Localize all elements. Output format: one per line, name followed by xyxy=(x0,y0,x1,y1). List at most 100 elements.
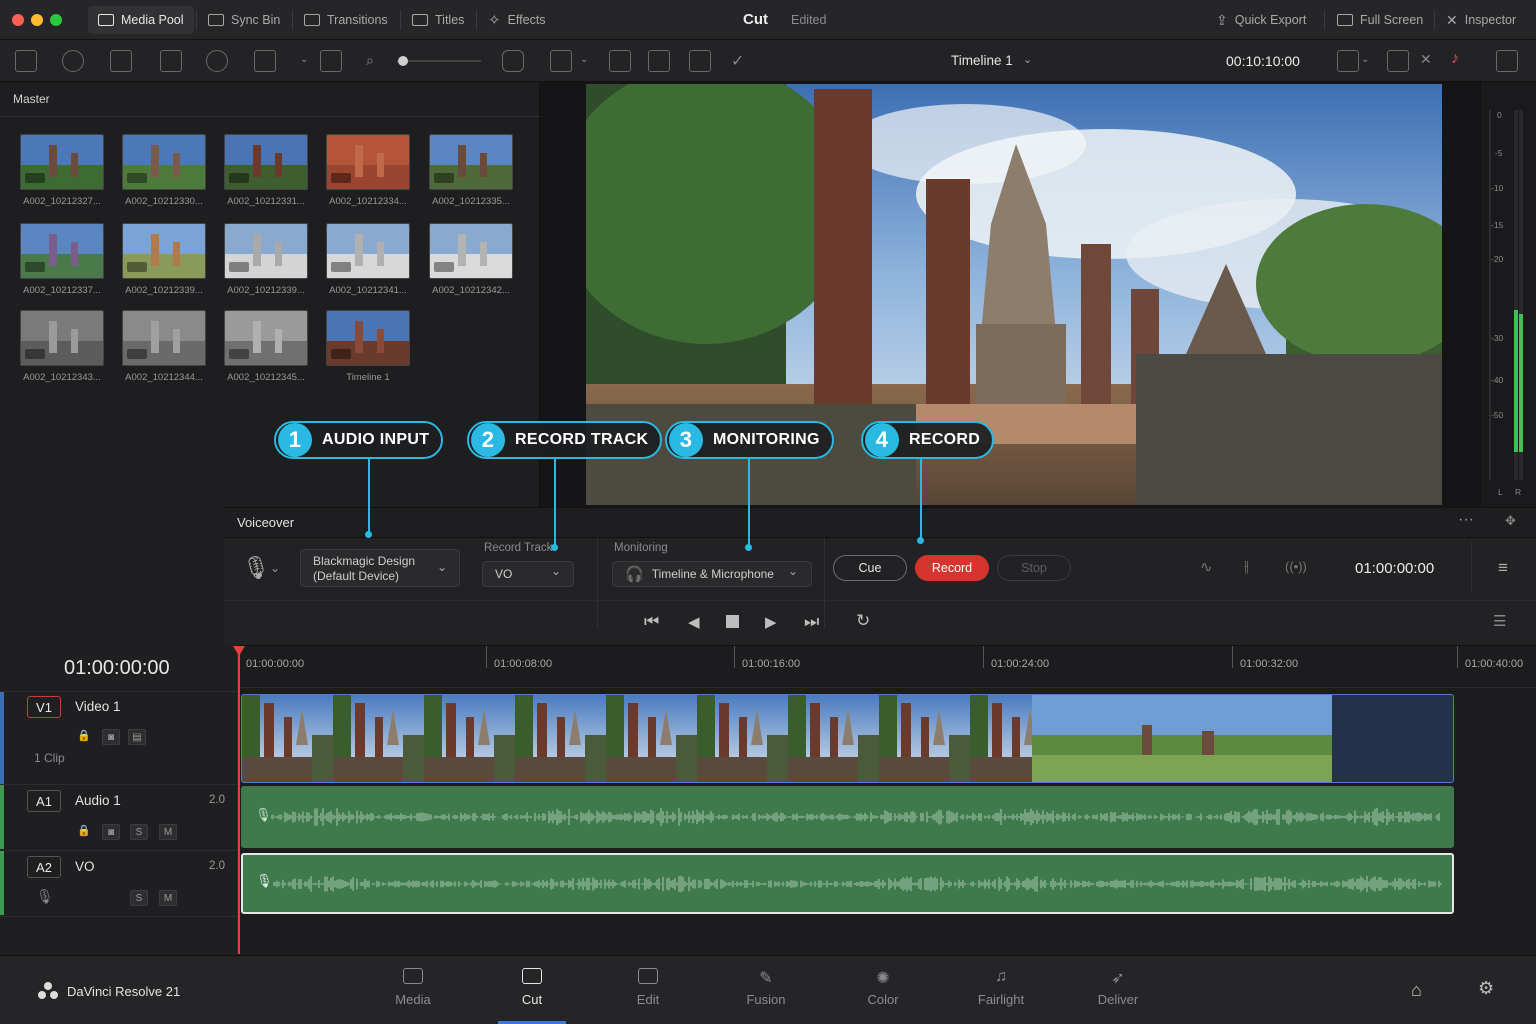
solo-button[interactable]: S xyxy=(130,890,148,906)
go-to-start-icon[interactable]: ⏮ xyxy=(644,612,659,632)
effects-button[interactable]: ✧ Effects xyxy=(478,6,556,34)
stop-button[interactable]: Stop xyxy=(997,555,1071,581)
cue-button[interactable]: Cue xyxy=(833,555,907,581)
timeline-name[interactable]: Timeline 1 xyxy=(951,53,1013,68)
clip-thumbnail[interactable] xyxy=(224,134,308,190)
clip-thumbnail[interactable] xyxy=(20,223,104,279)
titles-button[interactable]: Titles xyxy=(402,6,474,34)
nav-media[interactable]: Media xyxy=(368,968,458,1007)
lock-icon[interactable]: 🔒 xyxy=(77,729,91,742)
monitor-icon[interactable]: ▤ xyxy=(128,729,146,745)
video-clip[interactable] xyxy=(241,694,1454,783)
clip-view-icon[interactable] xyxy=(1387,50,1409,72)
chevron-down-icon[interactable]: ⌄ xyxy=(580,54,588,65)
chevron-down-icon[interactable]: ⌄ xyxy=(1023,53,1032,66)
list-view-icon[interactable] xyxy=(15,50,37,72)
close-window-button[interactable] xyxy=(12,14,24,26)
clip-thumbnail[interactable] xyxy=(122,134,206,190)
preview-icon[interactable] xyxy=(502,50,524,72)
microphone-icon[interactable]: 🎙 xyxy=(242,555,270,581)
nav-color[interactable]: ✺ Color xyxy=(838,968,928,1007)
expand-icon[interactable]: ✥ xyxy=(1505,513,1516,529)
lock-icon[interactable]: 🔒 xyxy=(77,824,91,837)
clip-thumbnail[interactable] xyxy=(224,223,308,279)
play-icon[interactable]: ▶ xyxy=(765,613,777,631)
broadcast-icon[interactable]: ((•)) xyxy=(1285,559,1307,574)
nav-cut[interactable]: Cut xyxy=(487,968,577,1007)
loop-icon[interactable]: ↻ xyxy=(856,611,870,631)
inspector-button[interactable]: ✕ Inspector xyxy=(1436,6,1526,34)
sort-icon[interactable] xyxy=(62,50,84,72)
nav-fusion[interactable]: ✎ Fusion xyxy=(721,968,811,1007)
nav-fairlight[interactable]: ♫ Fairlight xyxy=(956,968,1046,1007)
clip-thumbnail[interactable] xyxy=(429,134,513,190)
slider-handle[interactable] xyxy=(398,56,408,66)
levels-icon[interactable]: ⫲ xyxy=(1244,558,1249,575)
microphone-icon[interactable]: 🎙 xyxy=(36,888,54,905)
track-id-a2[interactable]: A2 xyxy=(27,856,61,878)
trim-icon[interactable]: ✕ xyxy=(1420,51,1432,68)
track-id-v1[interactable]: V1 xyxy=(27,696,61,718)
home-icon[interactable]: ⌂ xyxy=(1411,980,1422,1001)
mute-button[interactable]: M xyxy=(159,890,177,906)
audio-clip-vo[interactable]: 🎙 xyxy=(241,853,1454,914)
menu-icon[interactable]: ≡ xyxy=(1498,558,1508,578)
camera-icon[interactable]: ◙ xyxy=(102,824,120,840)
thumbnail-size-slider[interactable] xyxy=(397,60,481,62)
minimize-window-button[interactable] xyxy=(31,14,43,26)
settings-gear-icon[interactable]: ⚙ xyxy=(1478,978,1494,999)
clip-thumbnail[interactable] xyxy=(20,310,104,366)
full-screen-button[interactable]: Full Screen xyxy=(1327,6,1433,34)
clip-thumbnail[interactable] xyxy=(429,223,513,279)
clip-thumbnail[interactable] xyxy=(20,134,104,190)
waveform-icon[interactable]: ∿ xyxy=(1200,558,1213,576)
safe-area-icon[interactable] xyxy=(1337,50,1359,72)
media-pool-button[interactable]: Media Pool xyxy=(88,6,194,34)
playhead-line[interactable] xyxy=(238,646,240,954)
audio-input-select[interactable]: Blackmagic Design (Default Device) xyxy=(300,549,460,587)
strip-view-icon[interactable] xyxy=(320,50,342,72)
camera-icon[interactable]: ◙ xyxy=(102,729,120,745)
play-reverse-icon[interactable]: ◀ xyxy=(688,613,700,631)
clip-thumbnail[interactable] xyxy=(122,310,206,366)
search-icon[interactable] xyxy=(206,50,228,72)
audio-clip-a1[interactable]: 🎙 xyxy=(241,786,1454,848)
bin-settings-icon[interactable] xyxy=(254,50,276,72)
clip-thumbnail[interactable] xyxy=(326,134,410,190)
more-options-icon[interactable]: ··· xyxy=(1458,511,1474,529)
chevron-down-icon[interactable]: ⌄ xyxy=(300,54,308,65)
clip-thumbnail[interactable] xyxy=(122,223,206,279)
track-id-a1[interactable]: A1 xyxy=(27,790,61,812)
source-view-icon[interactable] xyxy=(689,50,711,72)
record-button[interactable]: Record xyxy=(915,555,989,581)
monitoring-select[interactable]: 🎧 Timeline & Microphone xyxy=(612,561,812,587)
smart-edit-icon[interactable]: ✓ xyxy=(731,51,744,71)
timeline-ruler[interactable]: 01:00:00:00 01:00:08:00 01:00:16:00 01:0… xyxy=(239,646,1536,688)
zoom-window-button[interactable] xyxy=(50,14,62,26)
sync-bin-button[interactable]: Sync Bin xyxy=(198,6,290,34)
chevron-down-icon[interactable]: ⌄ xyxy=(1361,54,1369,65)
cinema-viewer-icon[interactable] xyxy=(1496,50,1518,72)
callout-label: RECORD TRACK xyxy=(515,431,649,448)
zoom-out-icon[interactable]: ⌕ xyxy=(366,52,374,69)
clip-thumbnail[interactable] xyxy=(326,223,410,279)
transitions-button[interactable]: Transitions xyxy=(294,6,398,34)
quick-export-button[interactable]: ⇪ Quick Export xyxy=(1206,6,1316,34)
timeline-options-icon[interactable]: ☰ xyxy=(1493,612,1506,630)
chevron-down-icon[interactable]: ⌄ xyxy=(270,561,280,575)
viewer-mode-icon[interactable] xyxy=(550,50,572,72)
audio-scrub-icon[interactable]: ♪ xyxy=(1451,50,1459,68)
metadata-view-icon[interactable] xyxy=(110,50,132,72)
thumbnail-view-icon[interactable] xyxy=(160,50,182,72)
timeline-view-icon[interactable] xyxy=(648,50,670,72)
solo-button[interactable]: S xyxy=(130,824,148,840)
clip-thumbnail[interactable] xyxy=(224,310,308,366)
nav-edit[interactable]: Edit xyxy=(603,968,693,1007)
clip-thumbnail[interactable] xyxy=(326,310,410,366)
source-tape-icon[interactable] xyxy=(609,50,631,72)
stop-icon[interactable] xyxy=(726,615,739,628)
mute-button[interactable]: M xyxy=(159,824,177,840)
go-to-end-icon[interactable]: ⏭ xyxy=(804,612,819,632)
nav-deliver[interactable]: ➶ Deliver xyxy=(1073,968,1163,1007)
clip-name: A002_10212335... xyxy=(432,196,510,207)
